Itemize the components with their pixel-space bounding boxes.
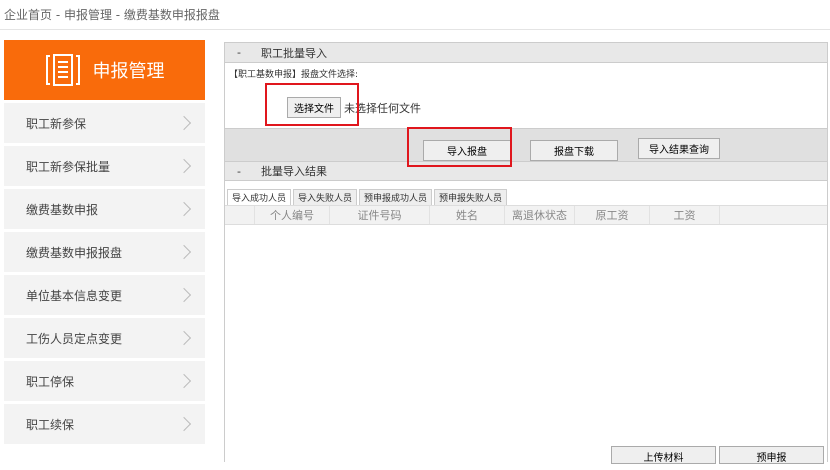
sidebar-item-label: 缴费基数申报: [26, 202, 99, 217]
query-result-button[interactable]: 导入结果查询: [638, 138, 720, 159]
collapse-icon: -: [237, 164, 241, 178]
highlight-box: [265, 83, 359, 126]
result-tab[interactable]: 预申报失败人员: [434, 189, 508, 205]
file-label: 【职工基数申报】报盘文件选择:: [229, 70, 359, 80]
result-title: 批量导入结果: [260, 165, 327, 178]
sidebar-item[interactable]: 职工停保: [4, 361, 205, 401]
sidebar-item-label: 职工停保: [26, 374, 75, 389]
sidebar-item-label: 工伤人员定点变更: [26, 331, 123, 346]
sidebar-item[interactable]: 职工新参保: [4, 103, 205, 143]
sidebar-item-label: 职工续保: [26, 417, 75, 432]
sidebar-item-label: 缴费基数申报报盘: [26, 245, 123, 260]
sidebar-item[interactable]: 缴费基数申报: [4, 189, 205, 229]
document-icon: [45, 54, 80, 86]
chevron-right-icon: [176, 373, 192, 389]
sidebar-item-label: 职工新参保批量: [26, 159, 111, 174]
chevron-right-icon: [176, 158, 192, 174]
sidebar-title: 申报管理: [92, 61, 165, 82]
result-tab[interactable]: 导入失败人员: [293, 189, 358, 205]
result-tab[interactable]: 导入成功人员: [227, 189, 292, 205]
download-button[interactable]: 报盘下载: [530, 140, 618, 161]
column-header: 工资: [650, 206, 720, 224]
chevron-right-icon: [176, 201, 192, 217]
predeclare-button[interactable]: 预申报: [719, 446, 824, 464]
divider: [0, 29, 830, 30]
chevron-right-icon: [176, 330, 192, 346]
column-header: 证件号码: [330, 206, 430, 224]
column-header: 离退休状态: [505, 206, 575, 224]
chevron-right-icon: [176, 115, 192, 131]
sidebar-item[interactable]: 职工新参保批量: [4, 146, 205, 186]
sidebar-item-label: 职工新参保: [26, 116, 87, 131]
sidebar-item[interactable]: 缴费基数申报报盘: [4, 232, 205, 272]
result-section-header[interactable]: - 批量导入结果: [225, 161, 827, 181]
import-title: 职工批量导入: [260, 46, 327, 60]
import-section-header[interactable]: - 职工批量导入: [225, 43, 827, 63]
sidebar: 申报管理 职工新参保职工新参保批量 缴费基数申报缴费基数申报报盘 单位基本信息变更工…: [4, 40, 205, 444]
sidebar-item-label: 单位基本信息变更: [26, 288, 123, 303]
sidebar-item[interactable]: 单位基本信息变更: [4, 275, 205, 315]
sidebar-header: 申报管理: [4, 40, 205, 100]
sidebar-item[interactable]: 工伤人员定点变更: [4, 318, 205, 358]
result-tab[interactable]: 预申报成功人员: [359, 189, 433, 205]
row-number-header: [225, 206, 255, 224]
chevron-right-icon: [176, 416, 192, 432]
result-table-body: [225, 225, 827, 440]
breadcrumb: 企业首页 - 申报管理 - 缴费基数申报报盘: [4, 8, 220, 22]
chevron-right-icon: [176, 244, 192, 260]
column-header: 原工资: [575, 206, 650, 224]
column-header: 个人编号: [255, 206, 330, 224]
upload-material-button[interactable]: 上传材料: [611, 446, 716, 464]
sidebar-item[interactable]: 职工续保: [4, 404, 205, 444]
chevron-right-icon: [176, 287, 192, 303]
collapse-icon: -: [237, 46, 241, 59]
highlight-box: [407, 127, 512, 167]
column-header: 姓名: [430, 206, 505, 224]
